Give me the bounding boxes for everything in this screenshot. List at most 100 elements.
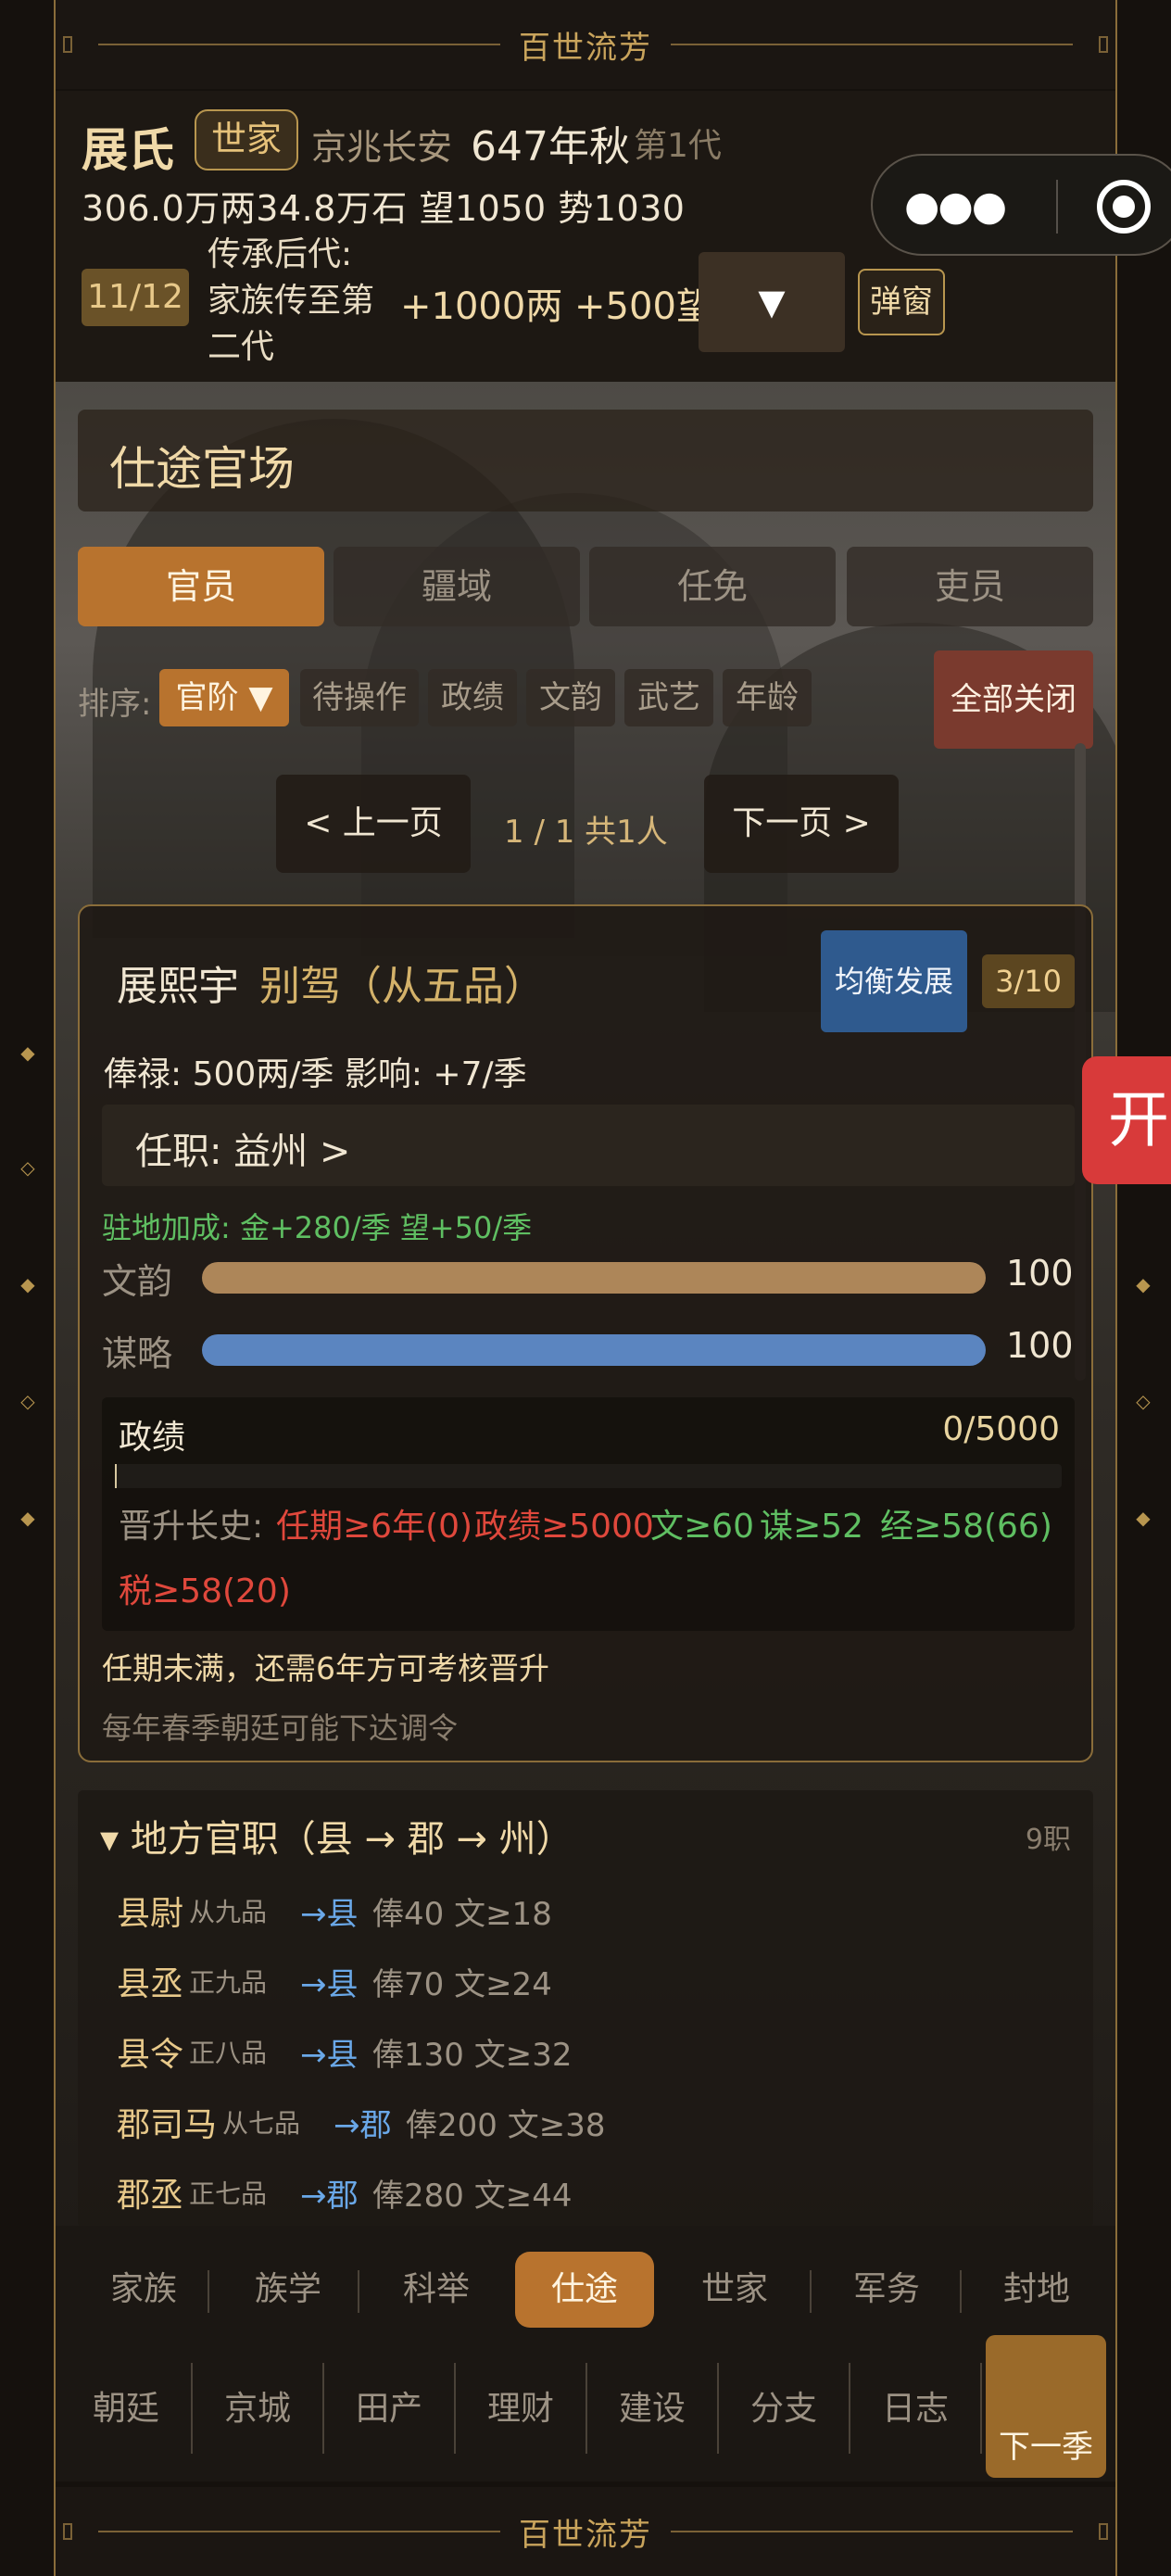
post-target: →县 xyxy=(300,1966,359,2003)
close-all-button[interactable]: 全部关闭 xyxy=(934,650,1093,749)
post-desc: 俸40 文≥18 xyxy=(372,1896,552,1933)
tenure-note: 任期未满，还需6年方可考核晋升 xyxy=(102,1650,549,1686)
post-grade: 从七品 xyxy=(222,2108,301,2139)
merit-panel: 政绩 0/5000 晋升长史: 任期≥6年(0) 政绩≥5000 文≥60 谋≥… xyxy=(102,1397,1075,1631)
post-grade: 正八品 xyxy=(189,2038,268,2068)
nav-finance[interactable]: 理财 xyxy=(456,2365,586,2454)
main-scene: 仕途官场 官员 疆域 任免 吏员 排序: 官阶 ▼ 待操作 政绩 文韵 武艺 年… xyxy=(56,382,1115,2226)
inheritance-label: 传承后代:家族传至第二代 xyxy=(208,235,375,366)
nav-court[interactable]: 朝廷 xyxy=(61,2365,191,2454)
promotion-req: 经≥58(66) xyxy=(880,1508,1052,1546)
bottom-nav: 家族 族学 科举 仕途 世家 军务 封地 朝廷 京城 田产 理财 建设 分支 日… xyxy=(56,2226,1115,2481)
nav-divider xyxy=(810,2270,812,2313)
tab-officials[interactable]: 官员 xyxy=(78,547,324,626)
post-grade: 从九品 xyxy=(189,1897,268,1927)
section-title: 仕途官场 xyxy=(109,442,295,496)
generation-label: 第1代 xyxy=(634,127,722,165)
nav-tab-career[interactable]: 仕途 xyxy=(515,2252,654,2328)
nav-tab-nobles[interactable]: 世家 xyxy=(665,2252,804,2328)
sort-chip-age[interactable]: 年龄 xyxy=(723,669,812,726)
promotion-req: 任期≥6年(0) xyxy=(276,1508,473,1546)
dropdown-toggle[interactable]: ▼ xyxy=(699,252,845,352)
nav-tab-military[interactable]: 军务 xyxy=(817,2252,956,2328)
attr-value-culture: 100 xyxy=(1006,1253,1074,1294)
bottom-banner: 百世流芳 xyxy=(56,2487,1115,2576)
side-pill-button[interactable]: 开 xyxy=(1082,1056,1171,1184)
banner-title: 百世流芳 xyxy=(519,29,652,67)
post-desc: 俸130 文≥32 xyxy=(372,2037,573,2074)
post-link[interactable]: 任职: 益州 > xyxy=(102,1105,1075,1186)
nav-construction[interactable]: 建设 xyxy=(587,2365,717,2454)
diamond-icon: ◆ xyxy=(1136,1273,1151,1295)
official-name: 展熙宇 xyxy=(117,963,239,1010)
frame-line-right xyxy=(1115,0,1117,2576)
clan-name: 展氏 xyxy=(82,123,174,177)
post-desc: 俸70 文≥24 xyxy=(372,1966,552,2003)
strategy-button[interactable]: 均衡发展 xyxy=(821,930,967,1032)
nav-divider xyxy=(980,2363,982,2454)
official-card: 展熙宇 别驾（从五品） 均衡发展 3/10 俸禄: 500两/季 影响: +7/… xyxy=(78,904,1093,1762)
attr-label-culture: 文韵 xyxy=(102,1261,173,1302)
list-item: 县丞 正九品 →县 俸70 文≥24 xyxy=(117,1957,1043,2013)
post-label: 任职: 益州 > xyxy=(135,1130,351,1173)
merit-value: 0/5000 xyxy=(942,1410,1060,1448)
banner-ornament-icon xyxy=(1099,2523,1108,2540)
nav-tab-exam[interactable]: 科举 xyxy=(367,2252,506,2328)
sort-chip-pending[interactable]: 待操作 xyxy=(300,669,419,726)
post-name: 郡司马 xyxy=(117,2106,218,2144)
nav-divider xyxy=(358,2270,359,2313)
promotion-prefix: 晋升长史: xyxy=(119,1508,264,1546)
list-item: 郡司马 从七品 →郡 俸200 文≥38 xyxy=(117,2098,1043,2153)
nav-branches[interactable]: 分支 xyxy=(719,2365,849,2454)
diamond-outline-icon: ◇ xyxy=(20,1390,35,1412)
sort-chip-merit[interactable]: 政绩 xyxy=(428,669,517,726)
next-season-button[interactable]: 下一季 xyxy=(986,2335,1106,2478)
merit-progress-fill xyxy=(115,1464,117,1488)
sort-chip-martial[interactable]: 武艺 xyxy=(624,669,713,726)
local-posts-toggle[interactable]: ▾ 地方官职（县 → 郡 → 州） xyxy=(100,1809,573,1863)
tab-territory[interactable]: 疆域 xyxy=(334,547,580,626)
diamond-icon: ◆ xyxy=(20,1042,35,1064)
tab-appointments[interactable]: 任免 xyxy=(589,547,836,626)
post-grade: 正七品 xyxy=(189,2178,268,2209)
diamond-icon: ◆ xyxy=(20,1273,35,1295)
local-posts-panel: ▾ 地方官职（县 → 郡 → 州） 9职 县尉 从九品 →县 俸40 文≥18 … xyxy=(78,1790,1093,2226)
clan-badge: 世家 xyxy=(195,109,298,170)
diamond-outline-icon: ◇ xyxy=(20,1156,35,1179)
nav-farmland[interactable]: 田产 xyxy=(324,2365,454,2454)
section-title-bar: 仕途官场 xyxy=(78,410,1093,511)
attr-label-strategy: 谋略 xyxy=(102,1333,173,1374)
sort-chip-rank[interactable]: 官阶 ▼ xyxy=(159,669,289,726)
top-banner: 百世流芳 xyxy=(56,0,1115,89)
nav-tab-fief[interactable]: 封地 xyxy=(967,2252,1106,2328)
inheritance-count: 11/12 xyxy=(82,269,189,326)
post-name: 郡丞 xyxy=(117,2177,184,2215)
nav-capital[interactable]: 京城 xyxy=(193,2365,322,2454)
clan-location: 京兆长安 xyxy=(311,127,453,168)
nav-tab-family[interactable]: 家族 xyxy=(74,2252,213,2328)
next-page-button[interactable]: 下一页 > xyxy=(704,775,899,873)
app-root: ◆ ◇ ◆ ◇ ◆ ◆ ◇ ◆ 百世流芳 展氏 世家 京兆长安 647年秋 第1… xyxy=(0,0,1171,2576)
diamond-icon: ◆ xyxy=(1136,1507,1151,1529)
prev-page-button[interactable]: < 上一页 xyxy=(276,775,471,873)
official-rank: 别驾（从五品） xyxy=(259,963,545,1010)
sort-label: 排序: xyxy=(78,686,152,723)
promotion-req: 文≥60 xyxy=(650,1508,754,1546)
nav-log[interactable]: 日志 xyxy=(850,2365,980,2454)
attr-bar-strategy xyxy=(202,1334,986,1366)
banner-title: 百世流芳 xyxy=(519,2516,652,2554)
sort-chip-culture[interactable]: 文韵 xyxy=(526,669,615,726)
tab-clerks[interactable]: 吏员 xyxy=(847,547,1093,626)
banner-line xyxy=(671,44,1073,45)
promotion-req: 谋≥52 xyxy=(760,1508,863,1546)
post-target: →县 xyxy=(300,1896,359,1933)
strategy-count-badge: 3/10 xyxy=(982,954,1075,1008)
nav-tab-clan-school[interactable]: 族学 xyxy=(219,2252,358,2328)
post-target: →郡 xyxy=(300,2178,359,2215)
list-item: 郡丞 正七品 →郡 俸280 文≥44 xyxy=(117,2168,1043,2224)
popup-button[interactable]: 弹窗 xyxy=(858,269,945,335)
post-name: 县令 xyxy=(117,2036,184,2074)
post-target: →县 xyxy=(300,2037,359,2074)
nav-divider xyxy=(208,2270,209,2313)
banner-line xyxy=(98,2531,500,2532)
